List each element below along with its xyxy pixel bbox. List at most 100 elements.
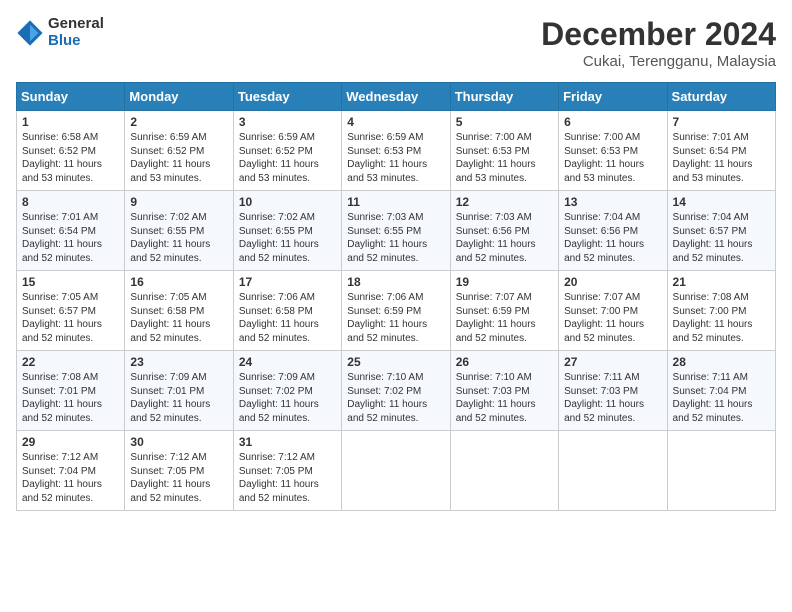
day-number: 12 xyxy=(456,195,553,209)
day-number: 31 xyxy=(239,435,336,449)
logo-general: General xyxy=(48,16,104,33)
day-info: Sunrise: 7:01 AM Sunset: 6:54 PM Dayligh… xyxy=(22,211,119,265)
calendar-cell: 19 Sunrise: 7:07 AM Sunset: 6:59 PM Dayl… xyxy=(450,271,558,351)
title-area: December 2024 Cukai, Terengganu, Malaysi… xyxy=(541,16,776,70)
day-header-sunday: Sunday xyxy=(17,83,125,111)
day-number: 21 xyxy=(673,275,770,289)
calendar-cell: 1 Sunrise: 6:58 AM Sunset: 6:52 PM Dayli… xyxy=(17,111,125,191)
calendar-cell: 27 Sunrise: 7:11 AM Sunset: 7:03 PM Dayl… xyxy=(559,351,667,431)
day-info: Sunrise: 6:59 AM Sunset: 6:52 PM Dayligh… xyxy=(239,131,336,185)
day-header-thursday: Thursday xyxy=(450,83,558,111)
day-number: 26 xyxy=(456,355,553,369)
day-info: Sunrise: 6:59 AM Sunset: 6:52 PM Dayligh… xyxy=(130,131,227,185)
day-info: Sunrise: 7:12 AM Sunset: 7:05 PM Dayligh… xyxy=(130,451,227,505)
day-info: Sunrise: 7:12 AM Sunset: 7:04 PM Dayligh… xyxy=(22,451,119,505)
day-info: Sunrise: 7:02 AM Sunset: 6:55 PM Dayligh… xyxy=(239,211,336,265)
calendar-cell: 17 Sunrise: 7:06 AM Sunset: 6:58 PM Dayl… xyxy=(233,271,341,351)
day-info: Sunrise: 7:02 AM Sunset: 6:55 PM Dayligh… xyxy=(130,211,227,265)
day-info: Sunrise: 7:04 AM Sunset: 6:56 PM Dayligh… xyxy=(564,211,661,265)
calendar-cell: 14 Sunrise: 7:04 AM Sunset: 6:57 PM Dayl… xyxy=(667,191,775,271)
calendar-cell xyxy=(559,431,667,511)
week-row-3: 15 Sunrise: 7:05 AM Sunset: 6:57 PM Dayl… xyxy=(17,271,776,351)
day-header-wednesday: Wednesday xyxy=(342,83,450,111)
header: General Blue December 2024 Cukai, Tereng… xyxy=(16,16,776,70)
day-info: Sunrise: 7:09 AM Sunset: 7:02 PM Dayligh… xyxy=(239,371,336,425)
day-number: 8 xyxy=(22,195,119,209)
calendar-cell xyxy=(342,431,450,511)
calendar-cell xyxy=(450,431,558,511)
calendar-cell: 20 Sunrise: 7:07 AM Sunset: 7:00 PM Dayl… xyxy=(559,271,667,351)
calendar-cell: 30 Sunrise: 7:12 AM Sunset: 7:05 PM Dayl… xyxy=(125,431,233,511)
calendar-table: SundayMondayTuesdayWednesdayThursdayFrid… xyxy=(16,82,776,511)
day-info: Sunrise: 7:10 AM Sunset: 7:03 PM Dayligh… xyxy=(456,371,553,425)
day-info: Sunrise: 7:06 AM Sunset: 6:58 PM Dayligh… xyxy=(239,291,336,345)
day-info: Sunrise: 7:00 AM Sunset: 6:53 PM Dayligh… xyxy=(456,131,553,185)
day-number: 18 xyxy=(347,275,444,289)
day-info: Sunrise: 7:10 AM Sunset: 7:02 PM Dayligh… xyxy=(347,371,444,425)
day-number: 19 xyxy=(456,275,553,289)
calendar-cell: 10 Sunrise: 7:02 AM Sunset: 6:55 PM Dayl… xyxy=(233,191,341,271)
day-number: 9 xyxy=(130,195,227,209)
calendar-cell: 15 Sunrise: 7:05 AM Sunset: 6:57 PM Dayl… xyxy=(17,271,125,351)
day-number: 17 xyxy=(239,275,336,289)
calendar-cell: 25 Sunrise: 7:10 AM Sunset: 7:02 PM Dayl… xyxy=(342,351,450,431)
logo-blue: Blue xyxy=(48,33,104,50)
day-info: Sunrise: 6:58 AM Sunset: 6:52 PM Dayligh… xyxy=(22,131,119,185)
day-number: 1 xyxy=(22,115,119,129)
logo-icon xyxy=(16,19,44,47)
day-info: Sunrise: 7:01 AM Sunset: 6:54 PM Dayligh… xyxy=(673,131,770,185)
day-info: Sunrise: 7:12 AM Sunset: 7:05 PM Dayligh… xyxy=(239,451,336,505)
days-header-row: SundayMondayTuesdayWednesdayThursdayFrid… xyxy=(17,83,776,111)
calendar-cell: 6 Sunrise: 7:00 AM Sunset: 6:53 PM Dayli… xyxy=(559,111,667,191)
day-number: 14 xyxy=(673,195,770,209)
calendar-cell: 7 Sunrise: 7:01 AM Sunset: 6:54 PM Dayli… xyxy=(667,111,775,191)
calendar-cell: 21 Sunrise: 7:08 AM Sunset: 7:00 PM Dayl… xyxy=(667,271,775,351)
day-header-saturday: Saturday xyxy=(667,83,775,111)
day-info: Sunrise: 7:11 AM Sunset: 7:04 PM Dayligh… xyxy=(673,371,770,425)
day-info: Sunrise: 7:09 AM Sunset: 7:01 PM Dayligh… xyxy=(130,371,227,425)
day-info: Sunrise: 7:00 AM Sunset: 6:53 PM Dayligh… xyxy=(564,131,661,185)
day-number: 27 xyxy=(564,355,661,369)
calendar-cell: 3 Sunrise: 6:59 AM Sunset: 6:52 PM Dayli… xyxy=(233,111,341,191)
calendar-cell: 4 Sunrise: 6:59 AM Sunset: 6:53 PM Dayli… xyxy=(342,111,450,191)
calendar-cell: 8 Sunrise: 7:01 AM Sunset: 6:54 PM Dayli… xyxy=(17,191,125,271)
day-number: 22 xyxy=(22,355,119,369)
calendar-cell: 23 Sunrise: 7:09 AM Sunset: 7:01 PM Dayl… xyxy=(125,351,233,431)
day-number: 16 xyxy=(130,275,227,289)
day-number: 2 xyxy=(130,115,227,129)
day-number: 11 xyxy=(347,195,444,209)
day-info: Sunrise: 6:59 AM Sunset: 6:53 PM Dayligh… xyxy=(347,131,444,185)
calendar-cell: 22 Sunrise: 7:08 AM Sunset: 7:01 PM Dayl… xyxy=(17,351,125,431)
calendar-cell: 31 Sunrise: 7:12 AM Sunset: 7:05 PM Dayl… xyxy=(233,431,341,511)
day-header-friday: Friday xyxy=(559,83,667,111)
day-number: 15 xyxy=(22,275,119,289)
calendar-cell: 5 Sunrise: 7:00 AM Sunset: 6:53 PM Dayli… xyxy=(450,111,558,191)
week-row-2: 8 Sunrise: 7:01 AM Sunset: 6:54 PM Dayli… xyxy=(17,191,776,271)
calendar-cell: 12 Sunrise: 7:03 AM Sunset: 6:56 PM Dayl… xyxy=(450,191,558,271)
day-info: Sunrise: 7:04 AM Sunset: 6:57 PM Dayligh… xyxy=(673,211,770,265)
day-header-tuesday: Tuesday xyxy=(233,83,341,111)
logo-text: General Blue xyxy=(48,16,104,49)
day-number: 10 xyxy=(239,195,336,209)
day-info: Sunrise: 7:03 AM Sunset: 6:56 PM Dayligh… xyxy=(456,211,553,265)
calendar-cell: 11 Sunrise: 7:03 AM Sunset: 6:55 PM Dayl… xyxy=(342,191,450,271)
day-header-monday: Monday xyxy=(125,83,233,111)
day-number: 30 xyxy=(130,435,227,449)
day-number: 5 xyxy=(456,115,553,129)
day-number: 23 xyxy=(130,355,227,369)
day-info: Sunrise: 7:08 AM Sunset: 7:00 PM Dayligh… xyxy=(673,291,770,345)
calendar-cell: 18 Sunrise: 7:06 AM Sunset: 6:59 PM Dayl… xyxy=(342,271,450,351)
day-number: 6 xyxy=(564,115,661,129)
day-number: 20 xyxy=(564,275,661,289)
week-row-4: 22 Sunrise: 7:08 AM Sunset: 7:01 PM Dayl… xyxy=(17,351,776,431)
day-number: 3 xyxy=(239,115,336,129)
calendar-cell: 28 Sunrise: 7:11 AM Sunset: 7:04 PM Dayl… xyxy=(667,351,775,431)
day-info: Sunrise: 7:11 AM Sunset: 7:03 PM Dayligh… xyxy=(564,371,661,425)
day-info: Sunrise: 7:06 AM Sunset: 6:59 PM Dayligh… xyxy=(347,291,444,345)
day-number: 28 xyxy=(673,355,770,369)
logo: General Blue xyxy=(16,16,104,49)
month-title: December 2024 xyxy=(541,16,776,53)
calendar-cell: 2 Sunrise: 6:59 AM Sunset: 6:52 PM Dayli… xyxy=(125,111,233,191)
day-number: 25 xyxy=(347,355,444,369)
calendar-cell: 26 Sunrise: 7:10 AM Sunset: 7:03 PM Dayl… xyxy=(450,351,558,431)
